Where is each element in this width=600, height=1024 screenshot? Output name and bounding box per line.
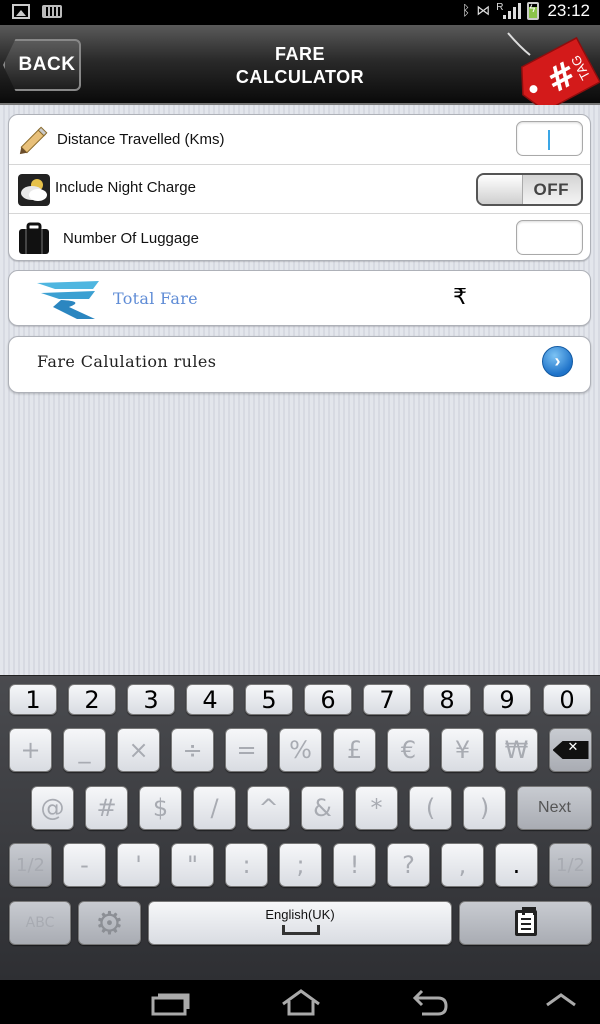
hashtag-logo-icon: # TAG [507, 32, 600, 113]
key-percent[interactable]: % [279, 728, 322, 772]
toggle-state: OFF [533, 180, 569, 199]
key-5[interactable]: 5 [245, 684, 293, 715]
roaming-label: R [496, 1, 504, 13]
fare-input-group: Distance Travelled (Kms) Include Night C… [8, 114, 591, 261]
distance-input[interactable] [516, 121, 583, 156]
recent-apps-icon[interactable] [150, 988, 190, 1016]
page-title-line1: FARE [274, 44, 325, 64]
key-asterisk[interactable]: * [355, 786, 398, 830]
total-fare-currency: ₹ [453, 285, 467, 310]
signal-icon [503, 3, 522, 19]
clock: 23:12 [547, 1, 590, 20]
mute-icon: ⋈ [476, 3, 491, 19]
key-4[interactable]: 4 [186, 684, 234, 715]
status-bar: ᛒ ⋈ R 23:12 [0, 0, 600, 25]
bluetooth-icon: ᛒ [461, 3, 471, 19]
total-fare-card: Total Fare ₹ [8, 270, 591, 326]
distance-row: Distance Travelled (Kms) [9, 115, 590, 164]
key-yen[interactable]: ¥ [441, 728, 484, 772]
image-notification-icon [12, 4, 30, 19]
keyboard-notification-icon [42, 5, 62, 18]
fare-rules-label: Fare Calulation rules [37, 352, 217, 371]
key-dollar[interactable]: $ [139, 786, 182, 830]
back-button[interactable]: BACK [3, 39, 81, 91]
key-9[interactable]: 9 [483, 684, 531, 715]
rupee-icon [37, 281, 99, 319]
key-won[interactable]: ₩ [495, 728, 538, 772]
pencil-icon [19, 126, 48, 155]
backspace-icon [552, 741, 589, 759]
night-charge-row: Include Night Charge OFF [9, 164, 590, 213]
key-ampersand[interactable]: & [301, 786, 344, 830]
key-hash[interactable]: # [85, 786, 128, 830]
gear-icon: ⚙ [95, 904, 124, 942]
key-plus[interactable]: + [9, 728, 52, 772]
key-underscore[interactable]: _ [63, 728, 106, 772]
back-nav-icon[interactable] [410, 988, 450, 1016]
key-close-paren[interactable]: ) [463, 786, 506, 830]
fare-rules-button[interactable]: Fare Calulation rules › [8, 336, 591, 393]
key-multiply[interactable]: × [117, 728, 160, 772]
page-title-line2: CALCULATOR [235, 67, 365, 87]
luggage-icon [19, 222, 49, 254]
key-divide[interactable]: ÷ [171, 728, 214, 772]
cloud-night-icon [18, 174, 50, 206]
key-8[interactable]: 8 [423, 684, 471, 715]
home-icon[interactable] [280, 988, 322, 1016]
night-charge-label: Include Night Charge [55, 179, 196, 196]
night-charge-toggle[interactable]: OFF [476, 173, 583, 206]
backspace-key[interactable] [549, 728, 592, 772]
key-page-toggle-right[interactable]: 1/2 [549, 843, 592, 887]
key-question[interactable]: ? [387, 843, 430, 887]
total-fare-label: Total Fare [113, 289, 198, 308]
key-equals[interactable]: = [225, 728, 268, 772]
distance-label: Distance Travelled (Kms) [57, 131, 225, 148]
luggage-row: Number Of Luggage [9, 213, 590, 262]
clipboard-icon [514, 907, 537, 936]
content-area: Distance Travelled (Kms) Include Night C… [0, 105, 600, 675]
abc-key[interactable]: ABC [9, 901, 71, 945]
key-colon[interactable]: : [225, 843, 268, 887]
battery-charging-icon [527, 2, 540, 20]
chevron-up-icon[interactable] [544, 992, 578, 1008]
key-7[interactable]: 7 [363, 684, 411, 715]
key-open-paren[interactable]: ( [409, 786, 452, 830]
key-6[interactable]: 6 [304, 684, 352, 715]
system-nav-bar [0, 980, 600, 1024]
key-apostrophe[interactable]: ' [117, 843, 160, 887]
settings-key[interactable]: ⚙ [78, 901, 141, 945]
on-screen-keyboard: 1 2 3 4 5 6 7 8 9 0 + _ × ÷ = % £ € ¥ ₩ … [0, 675, 600, 980]
key-period[interactable]: . [495, 843, 538, 887]
clipboard-key[interactable] [459, 901, 592, 945]
key-at[interactable]: @ [31, 786, 74, 830]
key-dash[interactable]: - [63, 843, 106, 887]
luggage-label: Number Of Luggage [63, 230, 199, 247]
key-slash[interactable]: / [193, 786, 236, 830]
keyboard-language-label: English(UK) [265, 907, 335, 922]
key-page-toggle-left[interactable]: 1/2 [9, 843, 52, 887]
luggage-input[interactable] [516, 220, 583, 255]
key-pound[interactable]: £ [333, 728, 376, 772]
key-euro[interactable]: € [387, 728, 430, 772]
key-0[interactable]: 0 [543, 684, 591, 715]
key-3[interactable]: 3 [127, 684, 175, 715]
app-header: BACK FARE CALCULATOR # TAG [0, 25, 600, 113]
key-semicolon[interactable]: ; [279, 843, 322, 887]
key-1[interactable]: 1 [9, 684, 57, 715]
space-bar[interactable]: English(UK) [148, 901, 452, 945]
page-title: FARE CALCULATOR [180, 43, 420, 89]
key-2[interactable]: 2 [68, 684, 116, 715]
key-comma[interactable]: , [441, 843, 484, 887]
key-exclamation[interactable]: ! [333, 843, 376, 887]
chevron-right-icon[interactable]: › [542, 346, 573, 377]
next-key[interactable]: Next [517, 786, 592, 830]
toggle-thumb [478, 175, 523, 204]
text-cursor [548, 130, 550, 150]
key-caret[interactable]: ^ [247, 786, 290, 830]
key-quote[interactable]: " [171, 843, 214, 887]
space-icon [282, 925, 320, 935]
